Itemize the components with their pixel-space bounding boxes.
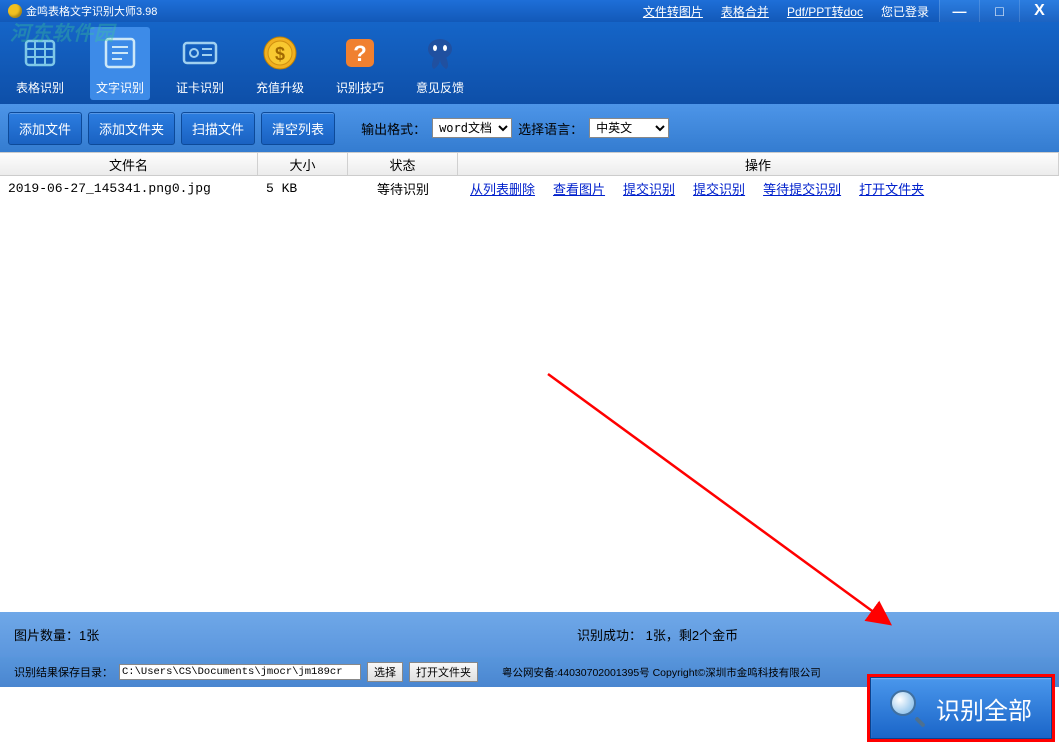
copyright-text: 粤公网安备:44030702001395号 Copyright©深圳市金鸣科技有… bbox=[502, 665, 821, 680]
minimize-button[interactable]: — bbox=[939, 0, 979, 22]
link-table-merge[interactable]: 表格合并 bbox=[721, 3, 769, 20]
cell-status: 等待识别 bbox=[348, 179, 458, 198]
image-count: 图片数量：1张 bbox=[14, 625, 99, 644]
tool-text-ocr[interactable]: 文字识别 bbox=[90, 27, 150, 100]
tool-label: 证卡识别 bbox=[176, 79, 224, 96]
tool-tips[interactable]: ? 识别技巧 bbox=[330, 27, 390, 100]
cell-size: 5 KB bbox=[258, 181, 348, 196]
magnifier-icon bbox=[890, 690, 926, 726]
output-format-select[interactable]: word文档 bbox=[432, 118, 512, 138]
output-format-label: 输出格式： bbox=[361, 119, 426, 138]
op-remove-link[interactable]: 从列表删除 bbox=[470, 179, 535, 198]
op-submit1-link[interactable]: 提交识别 bbox=[623, 179, 675, 198]
file-table-header: 文件名 大小 状态 操作 bbox=[0, 152, 1059, 176]
close-button[interactable]: X bbox=[1019, 0, 1059, 22]
main-toolbar: 河东软件园 表格识别 文字识别 证卡识别 $ 充值升级 ? 识别技巧 意见反馈 bbox=[0, 22, 1059, 104]
app-icon bbox=[8, 4, 22, 18]
help-icon: ? bbox=[338, 31, 382, 75]
tool-recharge[interactable]: $ 充值升级 bbox=[250, 27, 310, 100]
link-pdf-ppt-doc[interactable]: Pdf/PPT转doc bbox=[787, 3, 863, 20]
tool-label: 充值升级 bbox=[256, 79, 304, 96]
annotation-arrow bbox=[540, 366, 920, 646]
card-icon bbox=[178, 31, 222, 75]
tool-card-ocr[interactable]: 证卡识别 bbox=[170, 27, 230, 100]
tool-label: 识别技巧 bbox=[336, 79, 384, 96]
col-filename[interactable]: 文件名 bbox=[0, 153, 258, 175]
output-options: 输出格式： word文档 选择语言： 中英文 bbox=[361, 118, 669, 138]
titlebar: 金鸣表格文字识别大师3.98 文件转图片 表格合并 Pdf/PPT转doc 您已… bbox=[0, 0, 1059, 22]
save-dir-label: 识别结果保存目录： bbox=[14, 664, 113, 680]
window-controls: — □ X bbox=[939, 0, 1059, 22]
op-submit2-link[interactable]: 提交识别 bbox=[693, 179, 745, 198]
file-list-area: 2019-06-27_145341.png0.jpg 5 KB 等待识别 从列表… bbox=[0, 176, 1059, 612]
coin-icon: $ bbox=[258, 31, 302, 75]
cell-filename: 2019-06-27_145341.png0.jpg bbox=[0, 181, 258, 196]
text-icon bbox=[98, 31, 142, 75]
tool-feedback[interactable]: 意见反馈 bbox=[410, 27, 470, 100]
maximize-button[interactable]: □ bbox=[979, 0, 1019, 22]
table-icon bbox=[18, 31, 62, 75]
col-status[interactable]: 状态 bbox=[348, 153, 458, 175]
tool-table-ocr[interactable]: 表格识别 bbox=[10, 27, 70, 100]
svg-text:$: $ bbox=[275, 44, 285, 64]
tool-label: 意见反馈 bbox=[416, 79, 464, 96]
language-select[interactable]: 中英文 bbox=[589, 118, 669, 138]
open-folder-button[interactable]: 打开文件夹 bbox=[409, 662, 478, 682]
app-title: 金鸣表格文字识别大师3.98 bbox=[26, 3, 157, 19]
op-view-link[interactable]: 查看图片 bbox=[553, 179, 605, 198]
annotation-highlight: 识别全部 bbox=[867, 674, 1055, 742]
svg-text:?: ? bbox=[353, 41, 366, 66]
select-path-button[interactable]: 选择 bbox=[367, 662, 403, 682]
tool-label: 表格识别 bbox=[16, 79, 64, 96]
action-bar: 添加文件 添加文件夹 扫描文件 清空列表 输出格式： word文档 选择语言： … bbox=[0, 104, 1059, 152]
save-path-input[interactable] bbox=[119, 664, 361, 680]
cell-operations: 从列表删除 查看图片 提交识别 提交识别 等待提交识别 打开文件夹 bbox=[458, 179, 1059, 198]
col-size[interactable]: 大小 bbox=[258, 153, 348, 175]
add-file-button[interactable]: 添加文件 bbox=[8, 112, 82, 145]
scan-file-button[interactable]: 扫描文件 bbox=[181, 112, 255, 145]
op-open-folder-link[interactable]: 打开文件夹 bbox=[859, 179, 924, 198]
status-bar: 图片数量：1张 识别成功： 1张，剩2个金币 bbox=[0, 612, 1059, 657]
success-info: 识别成功： 1张，剩2个金币 bbox=[577, 625, 738, 644]
recognize-all-button[interactable]: 识别全部 bbox=[870, 677, 1052, 739]
add-folder-button[interactable]: 添加文件夹 bbox=[88, 112, 175, 145]
login-status[interactable]: 您已登录 bbox=[881, 3, 929, 20]
table-row[interactable]: 2019-06-27_145341.png0.jpg 5 KB 等待识别 从列表… bbox=[0, 176, 1059, 200]
recognize-all-label: 识别全部 bbox=[936, 691, 1032, 726]
language-label: 选择语言： bbox=[518, 119, 583, 138]
titlebar-links: 文件转图片 表格合并 Pdf/PPT转doc 您已登录 bbox=[643, 3, 929, 20]
link-file-to-image[interactable]: 文件转图片 bbox=[643, 3, 703, 20]
col-operations[interactable]: 操作 bbox=[458, 153, 1059, 175]
op-waiting-link[interactable]: 等待提交识别 bbox=[763, 179, 841, 198]
feedback-icon bbox=[418, 31, 462, 75]
tool-label: 文字识别 bbox=[96, 79, 144, 96]
clear-list-button[interactable]: 清空列表 bbox=[261, 112, 335, 145]
